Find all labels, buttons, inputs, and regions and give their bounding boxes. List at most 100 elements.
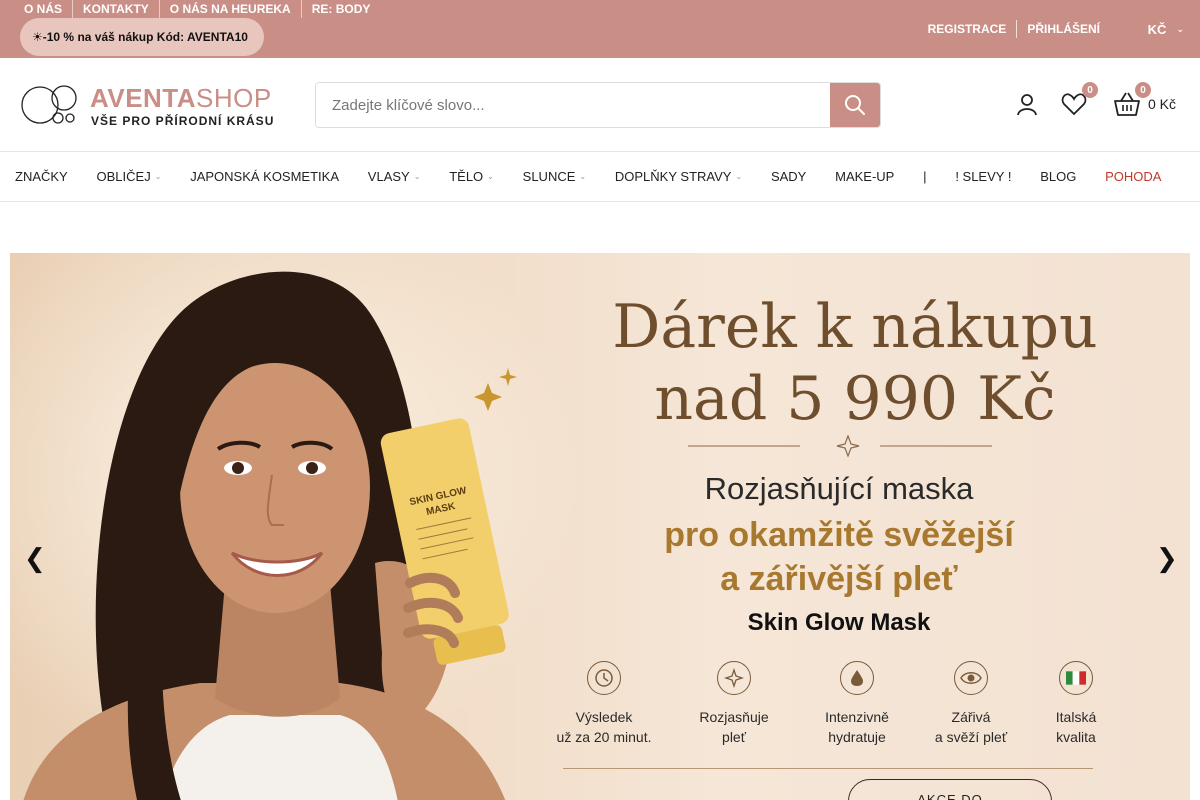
sparkle-icon bbox=[717, 661, 751, 695]
feature-label: Zářivá a svěží pleť bbox=[912, 707, 1030, 747]
nav-label: JAPONSKÁ KOSMETIKA bbox=[190, 169, 340, 184]
eye-icon bbox=[954, 661, 988, 695]
feature-item: Výsledek už za 20 minut. bbox=[545, 661, 663, 747]
promo-badge[interactable]: ☀-10 % na váš nákup Kód: AVENTA10 bbox=[20, 18, 264, 56]
nav-label: VLASY bbox=[367, 169, 410, 184]
offer-cta-button[interactable]: AKCE DO bbox=[848, 779, 1052, 800]
feature-label: Italská kvalita bbox=[1017, 707, 1135, 747]
hero-subtitle: Rozjasňující maska bbox=[704, 471, 974, 506]
top-link-contacts[interactable]: KONTAKTY bbox=[73, 0, 160, 18]
drop-icon bbox=[840, 661, 874, 695]
top-bar: O NÁS KONTAKTY O NÁS NA HEUREKA RE: BODY… bbox=[0, 0, 1200, 58]
feature-line2: už za 20 minut. bbox=[556, 729, 652, 745]
account-button[interactable] bbox=[1013, 90, 1041, 118]
feature-line1: Výsledek bbox=[575, 709, 633, 725]
nav-label: ZNAČKY bbox=[15, 169, 68, 184]
nav-item-body[interactable]: TĚLO ⌄ bbox=[435, 152, 508, 202]
feature-line2: kvalita bbox=[1056, 729, 1096, 745]
feature-line1: Zářivá bbox=[951, 709, 991, 725]
search-input[interactable] bbox=[316, 83, 830, 127]
hero-highlight-line2: a zářivější pleť bbox=[720, 560, 958, 598]
hero-title: Dárek k nákupu nad 5 990 Kč bbox=[590, 291, 1120, 435]
feature-list: Výsledek už za 20 minut. Rozjasňuje pleť I… bbox=[545, 661, 1135, 751]
carousel-next-arrow[interactable]: ❯ bbox=[1156, 545, 1178, 571]
hero-divider-line bbox=[563, 768, 1093, 769]
wishlist-count-badge: 0 bbox=[1082, 82, 1098, 98]
hero-title-line2: nad 5 990 Kč bbox=[654, 364, 1056, 434]
search-button[interactable] bbox=[830, 83, 880, 127]
hero-title-line1: Dárek k nákupu bbox=[612, 292, 1098, 362]
carousel-prev-arrow[interactable]: ❮ bbox=[24, 545, 46, 571]
nav-separator: | bbox=[909, 152, 941, 202]
chevron-down-icon: ⌄ bbox=[1176, 23, 1184, 34]
logo-brand-light: SHOP bbox=[196, 83, 272, 113]
top-link-about[interactable]: O NÁS bbox=[14, 0, 74, 18]
nav-label: TĚLO bbox=[449, 169, 484, 184]
logo-rings-icon bbox=[21, 85, 77, 124]
feature-line2: hydratuje bbox=[828, 729, 886, 745]
nav-label: MAKE-UP bbox=[835, 169, 895, 184]
feature-item: Intenzivně hydratuje bbox=[798, 661, 916, 747]
hero-product-name: Skin Glow Mask bbox=[747, 609, 931, 636]
nav-label: DOPLŇKY STRAVY bbox=[614, 169, 732, 184]
search-bar bbox=[315, 82, 881, 128]
user-icon bbox=[1017, 94, 1037, 116]
italy-flag-icon bbox=[1059, 661, 1093, 695]
feature-label: Rozjasňuje pleť bbox=[675, 707, 793, 747]
chevron-down-icon: ⌄ bbox=[579, 172, 587, 181]
nav-item-hair[interactable]: VLASY ⌄ bbox=[353, 152, 434, 202]
top-links: O NÁS KONTAKTY O NÁS NA HEUREKA RE: BODY bbox=[14, 0, 380, 18]
ornament-divider bbox=[688, 435, 992, 457]
nav-item-makeup[interactable]: MAKE-UP bbox=[821, 152, 909, 202]
cart-button[interactable]: 0 bbox=[1113, 82, 1151, 118]
logo-tagline: VŠE PRO PŘÍRODNÍ KRÁSU bbox=[91, 114, 275, 128]
top-link-heureka[interactable]: O NÁS NA HEUREKA bbox=[160, 0, 302, 18]
nav-item-sets[interactable]: SADY bbox=[757, 152, 821, 202]
logo-brand: AVENTASHOP bbox=[90, 84, 272, 112]
nav-item-supplements[interactable]: DOPLŇKY STRAVY ⌄ bbox=[601, 152, 757, 202]
account-links: REGISTRACE PŘIHLÁŠENÍ bbox=[918, 19, 1110, 39]
feature-item: Rozjasňuje pleť bbox=[675, 661, 793, 747]
feature-label: Intenzivně hydratuje bbox=[798, 707, 916, 747]
feature-label: Výsledek už za 20 minut. bbox=[545, 707, 663, 747]
search-icon bbox=[845, 95, 865, 115]
nav-label: POHODA bbox=[1105, 169, 1162, 184]
nav-item-brands[interactable]: ZNAČKY bbox=[0, 152, 82, 202]
main-nav: ZNAČKY OBLIČEJ ⌄ JAPONSKÁ KOSMETIKA VLASY… bbox=[0, 152, 1200, 202]
nav-label: SLUNCE bbox=[522, 169, 576, 184]
nav-label: BLOG bbox=[1040, 169, 1077, 184]
feature-line1: Intenzivně bbox=[825, 709, 889, 725]
login-link[interactable]: PŘIHLÁŠENÍ bbox=[1017, 22, 1110, 36]
feature-line1: Italská bbox=[1055, 709, 1097, 725]
cart-total[interactable]: 0 Kč bbox=[1148, 96, 1176, 112]
logo-brand-bold: AVENTA bbox=[90, 83, 197, 113]
chevron-down-icon: ⌄ bbox=[735, 172, 743, 181]
logo[interactable]: AVENTASHOP VŠE PRO PŘÍRODNÍ KRÁSU bbox=[20, 84, 273, 130]
header: AVENTASHOP VŠE PRO PŘÍRODNÍ KRÁSU 0 bbox=[0, 58, 1200, 152]
feature-item: Zářivá a svěží pleť bbox=[912, 661, 1030, 747]
nav-item-pohoda[interactable]: POHODA bbox=[1091, 152, 1176, 202]
nav-label: | bbox=[923, 169, 927, 184]
hero-highlight-line1: pro okamžitě svěžejší bbox=[664, 516, 1014, 554]
chevron-down-icon: ⌄ bbox=[413, 172, 421, 181]
nav-label: OBLIČEJ bbox=[96, 169, 151, 184]
register-link[interactable]: REGISTRACE bbox=[918, 22, 1017, 36]
nav-item-japanese[interactable]: JAPONSKÁ KOSMETIKA bbox=[176, 152, 354, 202]
feature-line2: pleť bbox=[722, 729, 746, 745]
nav-item-sun[interactable]: SLUNCE ⌄ bbox=[508, 152, 600, 202]
feature-line1: Rozjasňuje bbox=[699, 709, 769, 725]
model-with-product-image: SKIN GLOW MASK bbox=[23, 271, 517, 800]
hero-highlight: pro okamžitě svěžejší a zářivější pleť bbox=[590, 513, 1088, 601]
top-link-rebody[interactable]: RE: BODY bbox=[302, 0, 381, 18]
nav-label: ! SLEVY ! bbox=[955, 169, 1012, 184]
hero-banner[interactable]: SKIN GLOW MASK ❮ ❯ Dárek k nákupu nad 5 … bbox=[10, 253, 1190, 800]
feature-line2: a svěží pleť bbox=[934, 729, 1008, 745]
nav-item-face[interactable]: OBLIČEJ ⌄ bbox=[82, 152, 176, 202]
currency-label: KČ bbox=[1147, 21, 1167, 37]
clock-icon bbox=[587, 661, 621, 695]
nav-item-blog[interactable]: BLOG bbox=[1026, 152, 1091, 202]
nav-item-sale[interactable]: ! SLEVY ! bbox=[941, 152, 1026, 202]
currency-selector[interactable]: KČ ⌄ bbox=[1148, 19, 1184, 39]
chevron-down-icon: ⌄ bbox=[487, 172, 494, 181]
wishlist-button[interactable]: 0 bbox=[1060, 82, 1098, 118]
